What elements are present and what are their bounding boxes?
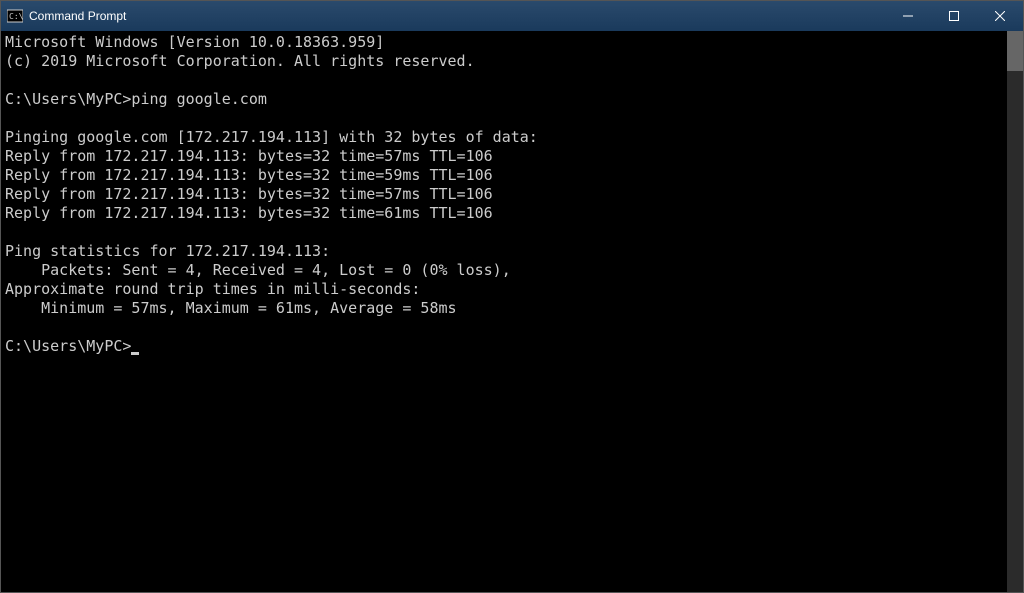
window-titlebar: C:\ Command Prompt xyxy=(1,1,1023,31)
minimize-button[interactable] xyxy=(885,1,931,31)
cursor xyxy=(131,352,139,355)
content-area: Microsoft Windows [Version 10.0.18363.95… xyxy=(1,31,1023,592)
close-button[interactable] xyxy=(977,1,1023,31)
cmd-icon: C:\ xyxy=(7,8,23,24)
terminal-output[interactable]: Microsoft Windows [Version 10.0.18363.95… xyxy=(1,31,1007,592)
window-title: Command Prompt xyxy=(29,9,885,23)
window-controls xyxy=(885,1,1023,31)
vertical-scrollbar[interactable] xyxy=(1007,31,1023,592)
scrollbar-thumb[interactable] xyxy=(1007,31,1023,71)
maximize-button[interactable] xyxy=(931,1,977,31)
svg-text:C:\: C:\ xyxy=(9,12,23,21)
